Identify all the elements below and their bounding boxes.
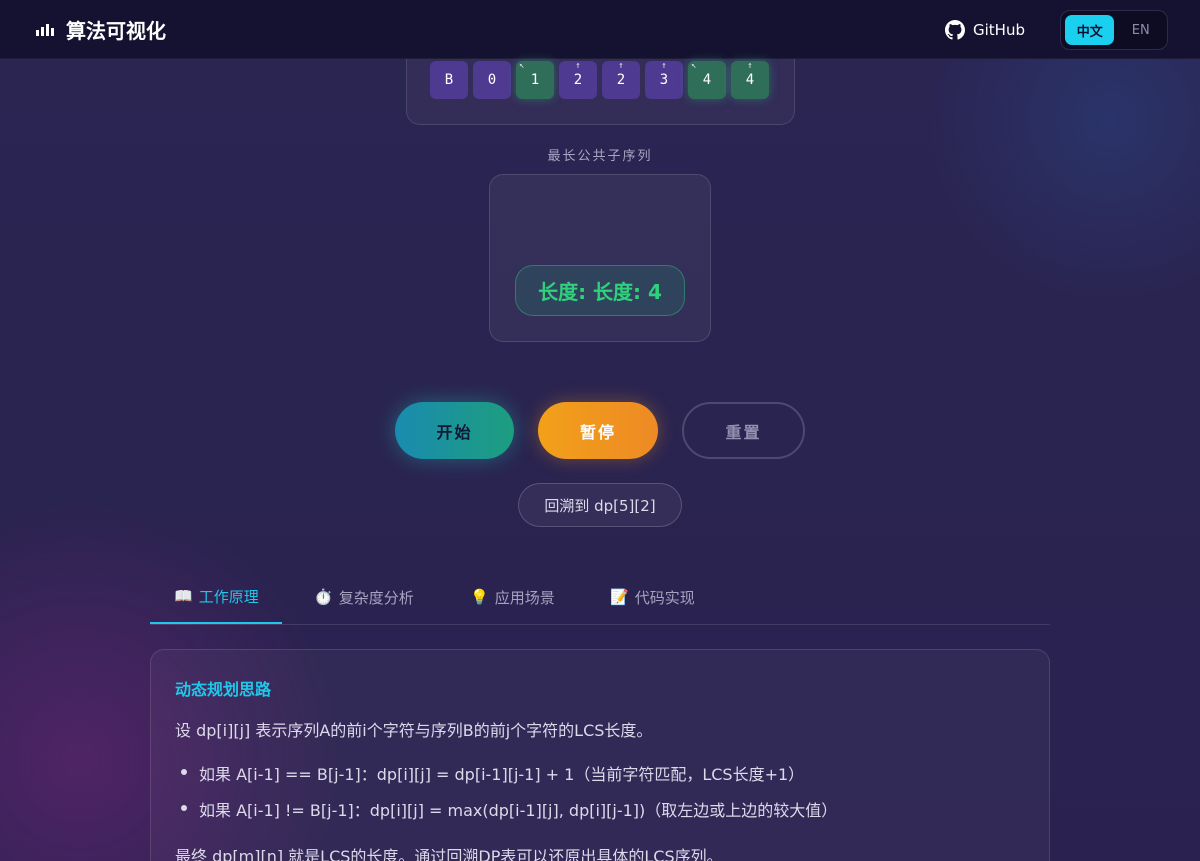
tab-label: 代码实现: [634, 588, 695, 607]
dp-cell-value: 4: [745, 72, 755, 88]
lang-option-en[interactable]: EN: [1118, 15, 1163, 45]
lang-option-zh[interactable]: 中文: [1065, 15, 1115, 45]
dp-cell-value: 2: [573, 72, 583, 88]
diagonal-arrow-icon: ↖: [519, 61, 525, 71]
tab-applications[interactable]: 💡 应用场景: [470, 570, 555, 624]
dp-cell: ↖ 4: [688, 61, 726, 99]
github-icon: [945, 19, 965, 40]
section-heading: 动态规划思路: [175, 680, 272, 699]
up-arrow-icon: ↑: [575, 61, 581, 71]
intro-text: 设 dp[i][j] 表示序列A的前i个字符与序列B的前j个字符的LCS长度。: [175, 721, 653, 740]
dp-cell: ↑ 2: [559, 61, 597, 99]
dp-cell-value: B: [444, 72, 454, 88]
bar-chart-icon: [36, 23, 54, 36]
step-status: 回溯到 dp[5][2]: [518, 483, 682, 527]
dp-cell: ↑ 4: [731, 61, 769, 99]
pause-button[interactable]: 暂停: [538, 402, 658, 459]
tab-label: 复杂度分析: [338, 588, 414, 607]
lcs-result-box: [489, 174, 711, 342]
dp-cell: ↖ 1: [516, 61, 554, 99]
lcs-length-badge: 长度: 长度: 4: [515, 265, 685, 316]
dp-row-header: B: [430, 61, 468, 99]
start-button[interactable]: 开始: [395, 402, 514, 459]
dp-cell-value: 4: [702, 72, 712, 88]
tab-code[interactable]: 📝 代码实现: [610, 570, 695, 624]
diagonal-arrow-icon: ↖: [691, 61, 697, 71]
outro-text: 最终 dp[m][n] 就是LCS的长度。通过回溯DP表可以还原出具体的LCS序…: [175, 847, 723, 861]
memo-icon: 📝: [610, 588, 629, 606]
tab-label: 工作原理: [198, 587, 259, 606]
bullet-mismatch: 如果 A[i-1] != B[j-1]：dp[i][j] = max(dp[i-…: [180, 797, 837, 821]
up-arrow-icon: ↑: [661, 61, 667, 71]
info-tabs: 📖 工作原理 ⏱️ 复杂度分析 💡 应用场景 📝 代码实现: [150, 570, 1050, 625]
dp-cell-value: 3: [659, 72, 669, 88]
app-title: 算法可视化: [66, 19, 166, 43]
tab-principle[interactable]: 📖 工作原理: [150, 570, 282, 624]
dp-cell: ↑ 2: [602, 61, 640, 99]
reset-button[interactable]: 重置: [682, 402, 805, 459]
tab-complexity[interactable]: ⏱️ 复杂度分析: [314, 570, 414, 624]
dp-cell: 0: [473, 61, 511, 99]
content-card: 动态规划思路 设 dp[i][j] 表示序列A的前i个字符与序列B的前j个字符的…: [150, 649, 1050, 861]
brand[interactable]: 算法可视化: [36, 0, 166, 59]
top-bar: 算法可视化 GitHub 中文 EN: [0, 0, 1200, 59]
dp-cell-value: 0: [487, 72, 497, 88]
dp-cell-value: 1: [530, 72, 540, 88]
up-arrow-icon: ↑: [618, 61, 624, 71]
lcs-label: 最长公共子序列: [547, 149, 653, 164]
stopwatch-icon: ⏱️: [314, 588, 333, 606]
bullet-match: 如果 A[i-1] == B[j-1]：dp[i][j] = dp[i-1][j…: [180, 761, 804, 785]
tab-label: 应用场景: [494, 588, 555, 607]
dp-cell: ↑ 3: [645, 61, 683, 99]
lightbulb-icon: 💡: [470, 588, 489, 606]
book-icon: 📖: [174, 587, 193, 605]
dp-cell-value: 2: [616, 72, 626, 88]
up-arrow-icon: ↑: [747, 61, 753, 71]
github-link[interactable]: GitHub: [945, 0, 1025, 59]
language-switch: 中文 EN: [1060, 10, 1168, 50]
github-label: GitHub: [973, 20, 1025, 39]
